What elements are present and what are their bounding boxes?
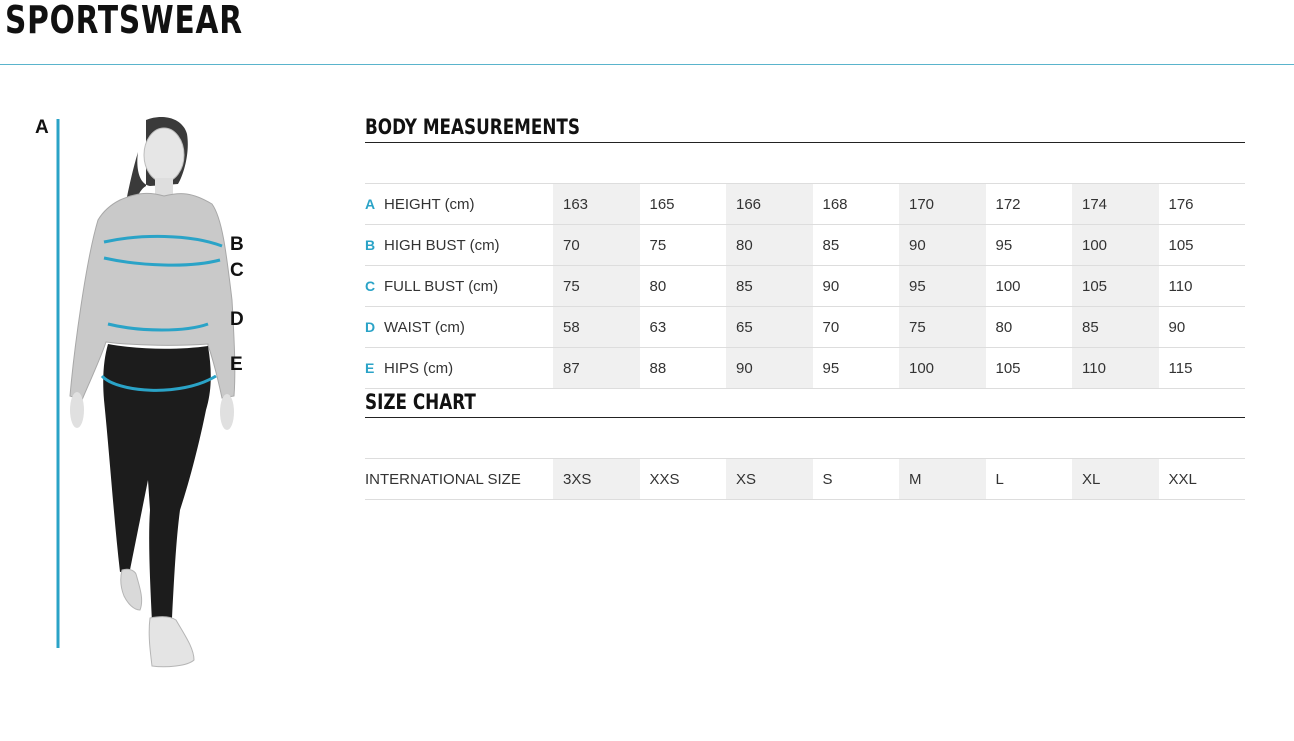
- table-cell: 80: [639, 265, 726, 307]
- table-cell: 172: [985, 183, 1072, 225]
- measurement-row-high-bust: B HIGH BUST (cm) 70 75 80 85 90 95 100 10…: [365, 224, 1246, 266]
- row-label-text: HEIGHT (cm): [384, 195, 475, 213]
- body-measurements-table: A HEIGHT (cm) 163 165 166 168 170 172 174…: [365, 143, 1246, 389]
- figure-letter-e: E: [230, 354, 243, 375]
- row-letter: E: [365, 359, 375, 376]
- face-shape: [143, 127, 185, 183]
- table-cell: 165: [639, 183, 726, 225]
- row-label-text: INTERNATIONAL SIZE: [365, 458, 553, 500]
- table-cell: L: [985, 458, 1072, 500]
- table-cell: 65: [726, 306, 813, 348]
- table-cell: XXS: [639, 458, 726, 500]
- table-cell: 80: [985, 306, 1072, 348]
- back-shoe-shape: [120, 568, 143, 611]
- row-label-text: WAIST (cm): [384, 318, 465, 336]
- table-cell: 100: [985, 265, 1072, 307]
- row-letter: A: [365, 195, 376, 212]
- model-illustration: [56, 116, 236, 668]
- row-label: E HIPS (cm): [365, 347, 553, 389]
- table-cell: 87: [553, 347, 640, 389]
- table-cell: 85: [726, 265, 813, 307]
- table-cell: 166: [726, 183, 813, 225]
- table-cell: 75: [899, 306, 986, 348]
- table-spacer: [365, 418, 1246, 459]
- page-title: SPORTSWEAR: [5, 0, 243, 42]
- row-label-text: HIGH BUST (cm): [384, 236, 500, 254]
- size-row-international: INTERNATIONAL SIZE 3XS XXS XS S M L XL X…: [365, 458, 1246, 500]
- table-cell: 90: [726, 347, 813, 389]
- table-cell: XL: [1072, 458, 1159, 500]
- table-cell: 105: [985, 347, 1072, 389]
- table-cell: 95: [899, 265, 986, 307]
- table-cell: 105: [1072, 265, 1159, 307]
- table-cell: 95: [812, 347, 899, 389]
- table-spacer: [365, 143, 1246, 184]
- row-label: D WAIST (cm): [365, 306, 553, 348]
- measurement-row-hips: E HIPS (cm) 87 88 90 95 100 105 110 115: [365, 347, 1246, 389]
- body-measurements-title: BODY MEASUREMENTS: [365, 115, 580, 139]
- row-label: B HIGH BUST (cm): [365, 224, 553, 266]
- table-cell: 170: [899, 183, 986, 225]
- table-cell: 85: [1072, 306, 1159, 348]
- table-cell: M: [899, 458, 986, 500]
- row-label-text: FULL BUST (cm): [384, 277, 499, 295]
- right-hand-shape: [220, 394, 234, 430]
- table-cell: 115: [1158, 347, 1246, 389]
- row-letter: C: [365, 277, 376, 294]
- figure-letter-d: D: [230, 309, 244, 330]
- table-cell: 3XS: [553, 458, 640, 500]
- table-cell: 70: [812, 306, 899, 348]
- table-cell: 70: [553, 224, 640, 266]
- row-label-text: HIPS (cm): [384, 359, 454, 377]
- figure-letter-c: C: [230, 260, 244, 281]
- measurement-row-height: A HEIGHT (cm) 163 165 166 168 170 172 174…: [365, 183, 1246, 225]
- row-letter: D: [365, 318, 376, 335]
- body-measurements-section: BODY MEASUREMENTS A HEIGHT (cm) 163 165 1…: [365, 114, 1246, 389]
- table-cell: 75: [553, 265, 640, 307]
- table-cell: 105: [1158, 224, 1246, 266]
- table-cell: 100: [899, 347, 986, 389]
- table-cell: 90: [899, 224, 986, 266]
- table-cell: XS: [726, 458, 813, 500]
- table-cell: 80: [726, 224, 813, 266]
- model-figure: A B C D E: [0, 100, 300, 680]
- table-cell: 75: [639, 224, 726, 266]
- table-cell: 168: [812, 183, 899, 225]
- table-cell: 90: [1158, 306, 1246, 348]
- measurement-row-waist: D WAIST (cm) 58 63 65 70 75 80 85 90: [365, 306, 1246, 348]
- table-cell: S: [812, 458, 899, 500]
- table-cell: 176: [1158, 183, 1246, 225]
- measurement-row-full-bust: C FULL BUST (cm) 75 80 85 90 95 100 105 1…: [365, 265, 1246, 307]
- table-cell: 174: [1072, 183, 1159, 225]
- table-cell: 58: [553, 306, 640, 348]
- table-cell: 110: [1158, 265, 1246, 307]
- table-cell: 110: [1072, 347, 1159, 389]
- size-chart-table: INTERNATIONAL SIZE 3XS XXS XS S M L XL X…: [365, 418, 1246, 500]
- left-hand-shape: [70, 392, 84, 428]
- table-cell: 100: [1072, 224, 1159, 266]
- figure-letter-b: B: [230, 234, 244, 255]
- size-chart-title: SIZE CHART: [365, 390, 476, 414]
- table-cell: 90: [812, 265, 899, 307]
- table-cell: XXL: [1158, 458, 1246, 500]
- row-label: A HEIGHT (cm): [365, 183, 553, 225]
- row-letter: B: [365, 236, 376, 253]
- table-cell: 95: [985, 224, 1072, 266]
- figure-letter-a: A: [35, 117, 49, 138]
- row-label: C FULL BUST (cm): [365, 265, 553, 307]
- size-chart-section: SIZE CHART INTERNATIONAL SIZE 3XS XXS XS…: [365, 389, 1246, 500]
- table-cell: 88: [639, 347, 726, 389]
- header-divider: [0, 64, 1294, 65]
- table-cell: 163: [553, 183, 640, 225]
- table-cell: 85: [812, 224, 899, 266]
- front-shoe-shape: [148, 616, 195, 668]
- table-cell: 63: [639, 306, 726, 348]
- neck-shape: [155, 178, 173, 196]
